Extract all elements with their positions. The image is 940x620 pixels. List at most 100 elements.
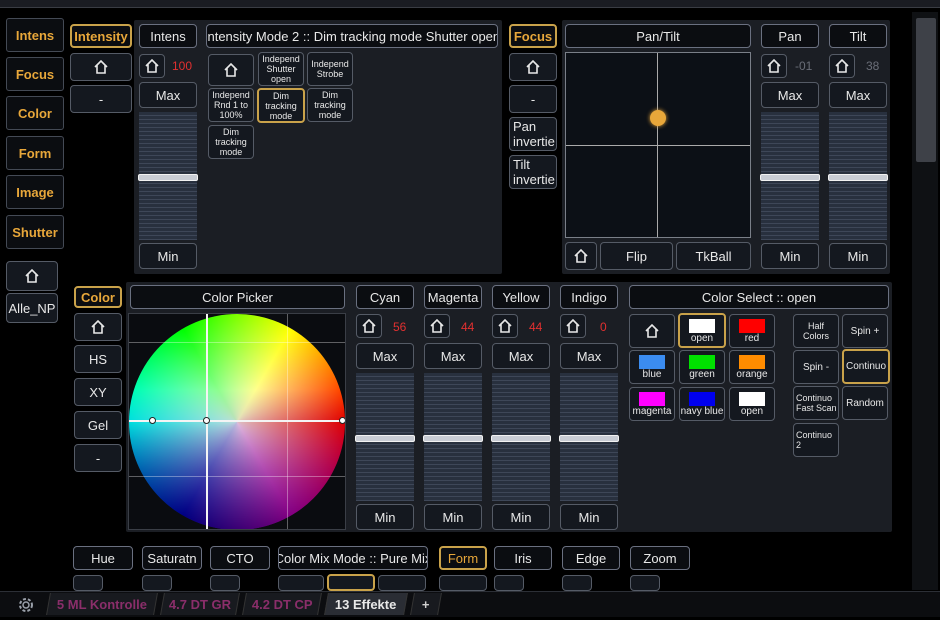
pan-min-button[interactable]: Min [761, 243, 819, 269]
cyan-fader[interactable] [355, 373, 415, 501]
continuous-fast-scan-button[interactable]: Continuo Fast Scan [793, 386, 839, 420]
indigo-max-button[interactable]: Max [560, 343, 618, 369]
gel-button[interactable]: Gel [74, 411, 122, 439]
indigo-home-button[interactable] [560, 314, 586, 338]
magenta-fader[interactable] [423, 373, 483, 501]
cyan-max-button[interactable]: Max [356, 343, 414, 369]
fader-handle[interactable] [760, 174, 820, 181]
hs-button[interactable]: HS [74, 345, 122, 373]
sidebar-item-intens[interactable]: Intens [6, 18, 64, 52]
focus-title[interactable]: Focus [509, 24, 557, 48]
color-red-button[interactable]: red [729, 314, 775, 348]
fader-handle[interactable] [355, 435, 415, 442]
yellow-max-button[interactable]: Max [492, 343, 550, 369]
magenta-min-button[interactable]: Min [424, 504, 482, 530]
form-home-button[interactable] [439, 575, 487, 591]
tab-4-2-dt-cp[interactable]: 4.2 DT CP [242, 593, 322, 615]
color-picker-area[interactable] [128, 313, 346, 530]
picker-point-right[interactable] [339, 417, 345, 424]
tkball-button[interactable]: TkBall [676, 242, 751, 270]
tab-add-button[interactable]: + [410, 593, 442, 615]
intens-max-button[interactable]: Max [139, 82, 197, 108]
hue-home-button[interactable] [73, 575, 103, 591]
yellow-min-button[interactable]: Min [492, 504, 550, 530]
mode-independ-strobe[interactable]: Independ Strobe [307, 52, 353, 86]
edge-home-button[interactable] [562, 575, 592, 591]
fader-handle[interactable] [423, 435, 483, 442]
color-home-button[interactable] [74, 313, 122, 341]
mode-independ-shutter-open[interactable]: Independ Shutter open [258, 52, 304, 86]
mode-dim-tracking-active[interactable]: Dim tracking mode [257, 88, 305, 123]
fader-handle[interactable] [828, 174, 888, 181]
xy-button[interactable]: XY [74, 378, 122, 406]
intens-min-button[interactable]: Min [139, 243, 197, 269]
pantilt-grid[interactable] [565, 52, 751, 238]
tab-5-ml-kontrolle[interactable]: 5 ML Kontrolle [46, 593, 158, 615]
tab-13-effekte[interactable]: 13 Effekte [324, 593, 408, 615]
intens-fader[interactable] [138, 112, 198, 240]
tilt-max-button[interactable]: Max [829, 82, 887, 108]
color-minus-button[interactable]: - [74, 444, 122, 472]
mode-independ-rnd[interactable]: Independ Rnd 1 to 100% [208, 88, 254, 122]
tilt-home-button[interactable] [829, 54, 855, 78]
sidebar-item-form[interactable]: Form [6, 136, 64, 170]
pantilt-home-button[interactable] [565, 242, 597, 270]
half-colors-button[interactable]: Half Colors [793, 314, 839, 348]
pan-max-button[interactable]: Max [761, 82, 819, 108]
iris-home-button[interactable] [494, 575, 524, 591]
pan-invert-button[interactable]: Pan invertie [509, 117, 557, 151]
intens-home-button[interactable] [139, 54, 165, 78]
yellow-fader[interactable] [491, 373, 551, 501]
continuous-2-button[interactable]: Continuo 2 [793, 423, 839, 457]
yellow-home-button[interactable] [492, 314, 518, 338]
sidebar-item-focus[interactable]: Focus [6, 57, 64, 91]
alle-np-button[interactable]: Alle_NP [6, 293, 58, 323]
magenta-home-button[interactable] [424, 314, 450, 338]
intensity-home-button[interactable] [70, 53, 132, 81]
tilt-min-button[interactable]: Min [829, 243, 887, 269]
tilt-invert-button[interactable]: Tilt invertie [509, 155, 557, 189]
color-blue-button[interactable]: blue [629, 350, 675, 384]
picker-point-center[interactable] [203, 417, 210, 424]
tilt-fader[interactable] [828, 112, 888, 240]
sidebar-item-image[interactable]: Image [6, 175, 64, 209]
spin-plus-button[interactable]: Spin + [842, 314, 888, 348]
pan-home-button[interactable] [761, 54, 787, 78]
sidebar-item-color[interactable]: Color [6, 96, 64, 130]
intensity-title[interactable]: Intensity [70, 24, 132, 48]
zoom-home-button[interactable] [630, 575, 660, 591]
form-title[interactable]: Form [439, 546, 487, 570]
mix-mode-selected-button[interactable] [327, 574, 375, 591]
spin-minus-button[interactable]: Spin - [793, 350, 839, 384]
scrollbar-thumb[interactable] [916, 18, 936, 162]
cto-home-button[interactable] [210, 575, 240, 591]
gear-icon[interactable] [16, 595, 36, 615]
mode-dim-tracking-3[interactable]: Dim tracking mode [208, 125, 254, 159]
saturation-home-button[interactable] [142, 575, 172, 591]
mode-dim-tracking-2[interactable]: Dim tracking mode [307, 88, 353, 122]
fader-handle[interactable] [138, 174, 198, 181]
random-button[interactable]: Random [842, 386, 888, 420]
pan-fader[interactable] [760, 112, 820, 240]
cyan-min-button[interactable]: Min [356, 504, 414, 530]
color-orange-button[interactable]: orange [729, 350, 775, 384]
magenta-max-button[interactable]: Max [424, 343, 482, 369]
mix-mode-option-button[interactable] [378, 575, 426, 591]
mix-mode-home-button[interactable] [278, 575, 324, 591]
sidebar-item-shutter[interactable]: Shutter [6, 215, 64, 249]
color-green-button[interactable]: green [679, 350, 725, 384]
intensity-minus-button[interactable]: - [70, 85, 132, 113]
color-select-home-button[interactable] [629, 314, 675, 348]
fader-handle[interactable] [559, 435, 619, 442]
sidebar-home-button[interactable] [6, 261, 58, 291]
color-open-button[interactable]: open [678, 313, 726, 348]
picker-point-left[interactable] [149, 417, 156, 424]
color-magenta-button[interactable]: magenta [629, 387, 675, 421]
color-open-2-button[interactable]: open [729, 387, 775, 421]
pantilt-position-marker[interactable] [650, 110, 666, 126]
indigo-fader[interactable] [559, 373, 619, 501]
flip-button[interactable]: Flip [600, 242, 673, 270]
cyan-home-button[interactable] [356, 314, 382, 338]
focus-minus-button[interactable]: - [509, 85, 557, 113]
fader-handle[interactable] [491, 435, 551, 442]
